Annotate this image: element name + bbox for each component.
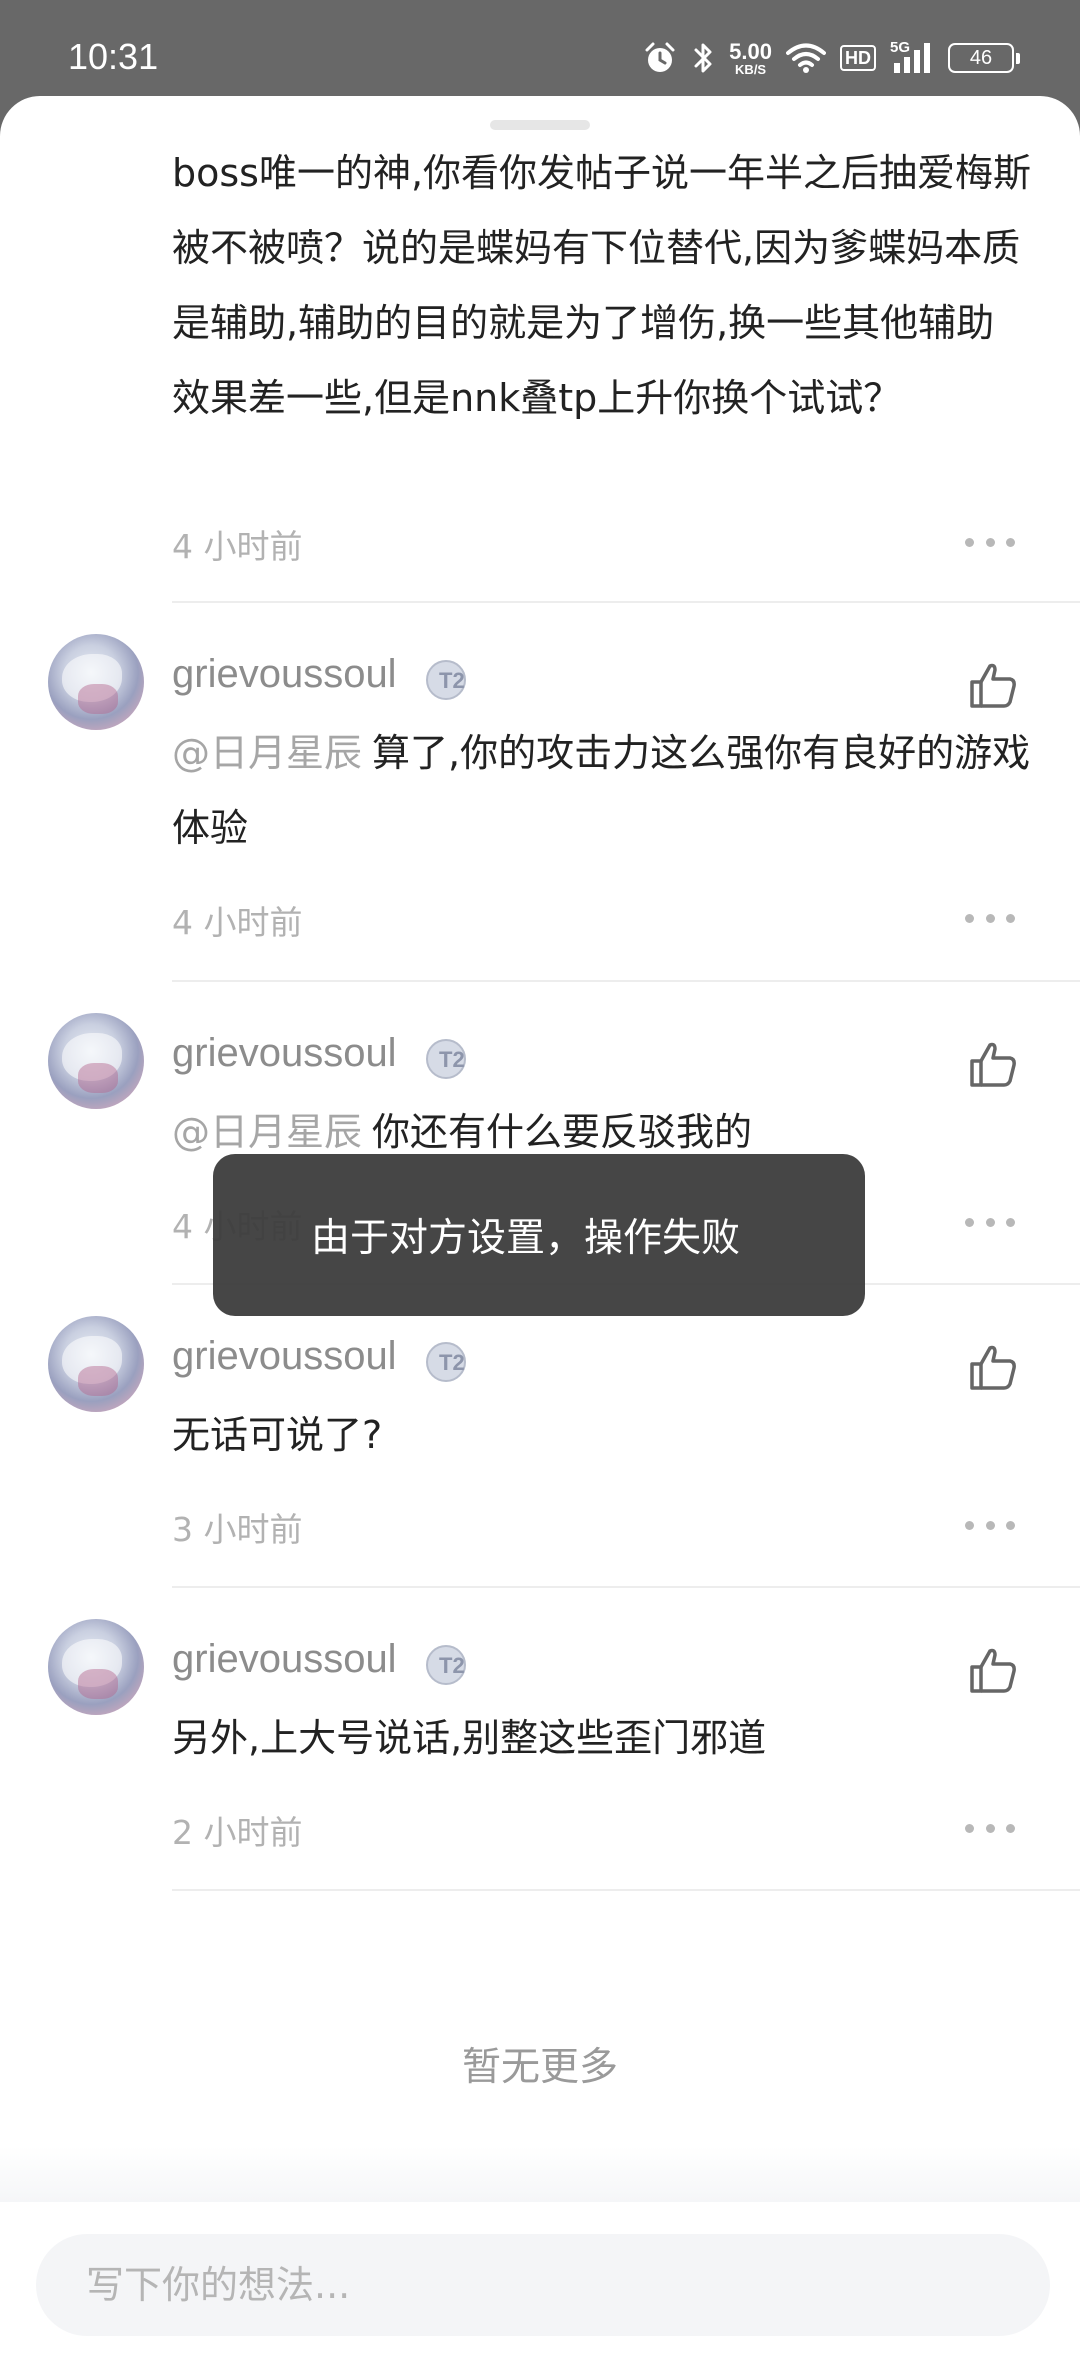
signal-icon: 5G (890, 39, 934, 75)
more-options-icon[interactable] (965, 532, 1015, 552)
battery-icon: 46 (948, 43, 1020, 73)
comment-text: boss唯一的神,你看你发帖子说一年半之后抽爱梅斯被不被喷？说的是蝶妈有下位替代… (172, 151, 1032, 420)
comment-time: 2 小时前 (172, 1813, 303, 1852)
more-options-icon[interactable] (965, 1212, 1015, 1232)
net-speed-value: 5.00 (729, 38, 772, 64)
level-badge-icon: T2 (426, 1645, 466, 1685)
divider (172, 1586, 1080, 1588)
level-badge-icon: T2 (426, 660, 466, 700)
battery-level: 46 (969, 46, 993, 69)
more-options-icon[interactable] (965, 1818, 1015, 1838)
comment-body: @日月星辰 算了,你的攻击力这么强你有良好的游戏体验 (172, 716, 1032, 866)
more-options-icon[interactable] (965, 1515, 1015, 1535)
level-badge-icon: T2 (426, 1342, 466, 1382)
comment-time: 3 小时前 (172, 1510, 303, 1549)
mention-link[interactable]: @日月星辰 (172, 1110, 362, 1154)
comment-body: 另外,上大号说话,别整这些歪门邪道 (172, 1701, 1032, 1776)
comment-time: 4 小时前 (172, 903, 303, 942)
wifi-icon (786, 43, 826, 73)
comment-time: 4 小时前 (172, 527, 303, 566)
status-bar: 10:31 5.00 KB/S HD 5G 46 (0, 0, 1080, 96)
level-badge-text: T2 (439, 1350, 465, 1375)
like-icon[interactable] (968, 1039, 1018, 1089)
net-speed-unit: KB/S (735, 61, 767, 77)
divider (172, 980, 1080, 982)
username[interactable]: grievoussoul (172, 1031, 397, 1076)
error-toast: 由于对方设置，操作失败 (213, 1154, 865, 1316)
comment-body: 无话可说了? (172, 1398, 1032, 1473)
comment-input[interactable] (36, 2234, 1050, 2336)
toast-message: 由于对方设置，操作失败 (311, 1216, 741, 1261)
comment-text: 另外,上大号说话,别整这些歪门邪道 (172, 1716, 767, 1760)
mention-link[interactable]: @日月星辰 (172, 731, 362, 775)
status-time: 10:31 (68, 36, 159, 77)
status-icons: 5.00 KB/S HD 5G 46 (643, 38, 1020, 78)
like-icon[interactable] (968, 660, 1018, 710)
username[interactable]: grievoussoul (172, 1637, 397, 1682)
divider (172, 1889, 1080, 1891)
level-badge-icon: T2 (426, 1039, 466, 1079)
comment-list[interactable]: boss唯一的神,你看你发帖子说一年半之后抽爱梅斯被不被喷？说的是蝶妈有下位替代… (0, 96, 1080, 2146)
divider (172, 601, 1080, 603)
like-icon[interactable] (968, 1645, 1018, 1695)
avatar[interactable] (48, 1013, 144, 1109)
level-badge-text: T2 (439, 668, 465, 693)
hd-badge: HD (840, 45, 876, 71)
bluetooth-icon (694, 43, 712, 73)
net-speed: 5.00 KB/S (729, 38, 772, 77)
username[interactable]: grievoussoul (172, 652, 397, 697)
username[interactable]: grievoussoul (172, 1334, 397, 1379)
comment-item: grievoussoul T2 无话可说了? 3 小时前 (0, 1316, 1080, 1549)
level-badge-text: T2 (439, 1047, 465, 1072)
alarm-icon (645, 42, 675, 72)
comment-item: grievoussoul T2 @日月星辰 算了,你的攻击力这么强你有良好的游戏体… (0, 634, 1080, 942)
level-badge-text: T2 (439, 1653, 465, 1678)
bottom-shade (0, 2146, 1080, 2202)
comment-text: 你还有什么要反驳我的 (372, 1110, 753, 1154)
avatar[interactable] (48, 634, 144, 730)
like-icon[interactable] (968, 1342, 1018, 1392)
no-more-label: 暂无更多 (461, 2045, 618, 2090)
avatar[interactable] (48, 1316, 144, 1412)
more-options-icon[interactable] (965, 908, 1015, 928)
comment-item: grievoussoul T2 另外,上大号说话,别整这些歪门邪道 2 小时前 (0, 1619, 1080, 1852)
comment-text: 无话可说了? (172, 1413, 383, 1457)
avatar[interactable] (48, 1619, 144, 1715)
